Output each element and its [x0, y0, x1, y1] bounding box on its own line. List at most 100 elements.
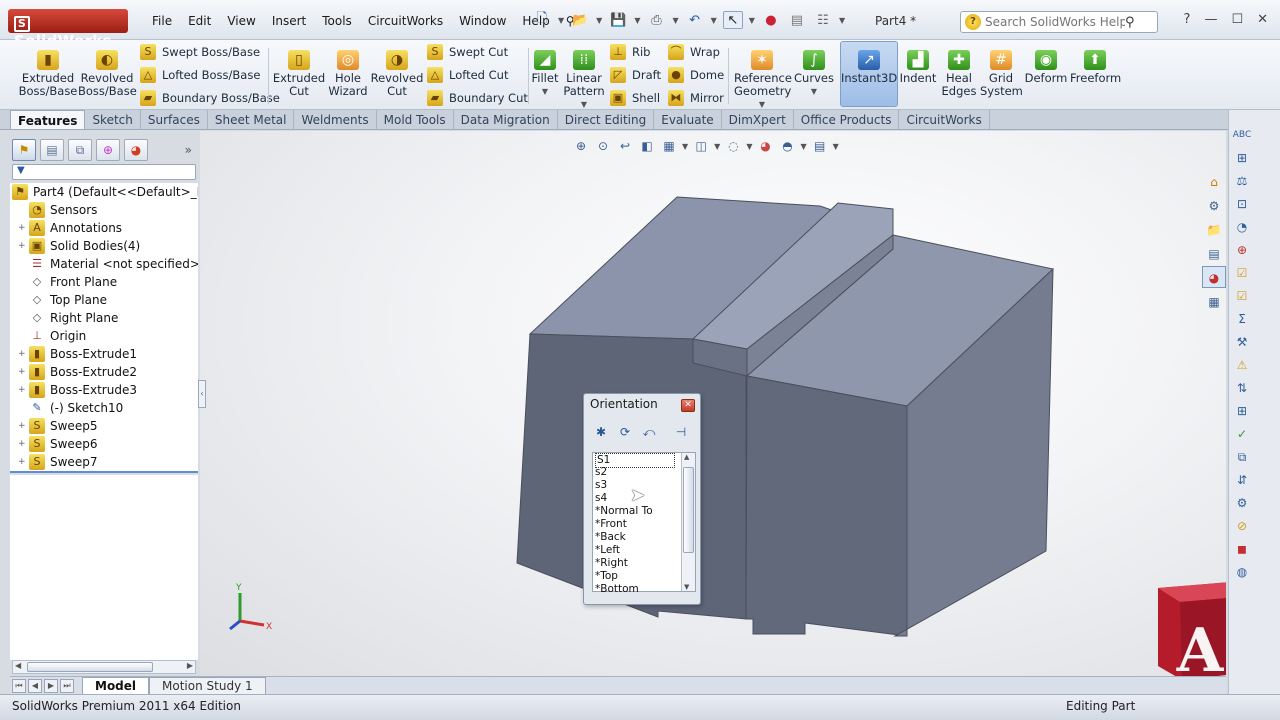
- menu-insert[interactable]: Insert: [264, 14, 314, 28]
- mass-properties-icon[interactable]: ⚖: [1232, 172, 1252, 191]
- list-item[interactable]: *Front: [595, 518, 627, 531]
- feature-tree-horizontal-scrollbar[interactable]: ◀ ▶: [12, 660, 196, 674]
- menu-edit[interactable]: Edit: [180, 14, 219, 28]
- scroll-up-icon[interactable]: ▲: [684, 453, 689, 461]
- expand-icon[interactable]: +: [18, 241, 28, 251]
- revolved-boss-button[interactable]: ◐ Revolved Boss/Base: [78, 48, 137, 98]
- menu-circuitworks[interactable]: CircuitWorks: [360, 14, 451, 28]
- update-standard-views-icon[interactable]: ⟳: [616, 423, 634, 441]
- tab-features[interactable]: Features: [10, 110, 86, 129]
- draft-button[interactable]: ◸ Draft: [610, 65, 661, 85]
- scrollbar-thumb[interactable]: [27, 662, 153, 672]
- boundary-boss-button[interactable]: ▰ Boundary Boss/Base: [140, 88, 280, 108]
- displaymanager-tab-icon[interactable]: ◕: [124, 139, 148, 161]
- panel-splitter-handle[interactable]: ‹: [198, 380, 206, 408]
- check-icon[interactable]: ☑: [1232, 264, 1252, 283]
- tab-evaluate[interactable]: Evaluate: [654, 110, 722, 129]
- list-item[interactable]: s4: [595, 492, 607, 505]
- file-explorer-icon[interactable]: 📁: [1202, 218, 1226, 240]
- tree-item-boss-extrude1[interactable]: + ▮ Boss-Extrude1: [18, 345, 137, 363]
- feature-statistics-icon[interactable]: ⚒: [1232, 333, 1252, 352]
- compare-documents-icon[interactable]: ⧉: [1232, 448, 1252, 467]
- swept-boss-button[interactable]: S Swept Boss/Base: [140, 42, 260, 62]
- list-item[interactable]: s2: [595, 466, 607, 479]
- custom-properties-icon[interactable]: ▦: [1202, 290, 1226, 312]
- thickness-analysis-icon[interactable]: ✓: [1232, 425, 1252, 444]
- tab-circuitworks[interactable]: CircuitWorks: [899, 110, 990, 129]
- graphics-area[interactable]: ⊕ ⊙ ↩ ◧ ▦▼ ◫▼ ◌▼ ◕ ◓▼ ▤▼ — ❐ ✕ Y X: [200, 131, 1226, 676]
- options-dropdown-icon[interactable]: ▼: [839, 16, 845, 25]
- expand-icon[interactable]: +: [18, 367, 28, 377]
- last-tab-icon[interactable]: ⏭: [60, 678, 74, 693]
- next-tab-icon[interactable]: ▶: [44, 678, 58, 693]
- rebuild-traffic-light-icon[interactable]: ●: [761, 11, 781, 29]
- tree-item-solid-bodies[interactable]: + ▣ Solid Bodies(4): [18, 237, 140, 255]
- wrap-button[interactable]: ⌒ Wrap: [668, 42, 720, 62]
- print-icon[interactable]: ⎙: [646, 11, 666, 29]
- menu-window[interactable]: Window: [451, 14, 514, 28]
- instant3d-button[interactable]: ↗ Instant3D: [840, 41, 898, 107]
- boundary-cut-button[interactable]: ▰ Boundary Cut: [427, 88, 528, 108]
- symmetry-check-icon[interactable]: ⇵: [1232, 471, 1252, 490]
- lofted-boss-button[interactable]: △ Lofted Boss/Base: [140, 65, 260, 85]
- revolved-cut-button[interactable]: ◑ Revolved Cut: [370, 48, 424, 98]
- tree-item-annotations[interactable]: + A Annotations: [18, 219, 122, 237]
- curves-dropdown-icon[interactable]: ▼: [794, 85, 834, 98]
- part-model[interactable]: [200, 131, 1226, 676]
- undo-icon[interactable]: ↶: [685, 11, 705, 29]
- tab-weldments[interactable]: Weldments: [294, 110, 377, 129]
- tree-item-right-plane[interactable]: ◇ Right Plane: [18, 309, 119, 327]
- expand-icon[interactable]: +: [18, 385, 28, 395]
- tree-item-sweep6[interactable]: + S Sweep6: [18, 435, 97, 453]
- tab-model[interactable]: Model: [82, 677, 150, 694]
- solidworks-logo[interactable]: SSolidWorks: [8, 9, 128, 50]
- tab-motion-study-1[interactable]: Motion Study 1: [149, 677, 266, 694]
- deform-button[interactable]: ◉ Deform: [1024, 48, 1068, 85]
- new-view-icon[interactable]: ✱: [592, 423, 610, 441]
- simulation-icon[interactable]: ⚙: [1232, 494, 1252, 513]
- open-dropdown-icon[interactable]: ▼: [596, 16, 602, 25]
- menu-file[interactable]: File: [144, 14, 180, 28]
- photoview-icon[interactable]: ◍: [1232, 563, 1252, 582]
- minimize-icon[interactable]: —: [1204, 12, 1217, 27]
- propertymanager-tab-icon[interactable]: ▤: [40, 139, 64, 161]
- tree-item-top-plane[interactable]: ◇ Top Plane: [18, 291, 107, 309]
- undo-dropdown-icon[interactable]: ▼: [711, 16, 717, 25]
- lofted-cut-button[interactable]: △ Lofted Cut: [427, 65, 508, 85]
- dimxpertmanager-tab-icon[interactable]: ⊕: [96, 139, 120, 161]
- hole-wizard-button[interactable]: ◎ Hole Wizard: [324, 48, 372, 98]
- tree-item-boss-extrude3[interactable]: + ▮ Boss-Extrude3: [18, 381, 137, 399]
- tree-item-origin[interactable]: ⊥ Origin: [18, 327, 86, 345]
- mirror-button[interactable]: ⧓ Mirror: [668, 88, 724, 108]
- scrollbar-thumb[interactable]: [683, 467, 694, 553]
- scroll-right-icon[interactable]: ▶: [187, 661, 193, 670]
- print-dropdown-icon[interactable]: ▼: [672, 16, 678, 25]
- solidworks-resources-icon[interactable]: ⌂: [1202, 170, 1226, 192]
- list-item[interactable]: *Right: [595, 557, 628, 570]
- costing-icon[interactable]: ⊘: [1232, 517, 1252, 536]
- configurationmanager-tab-icon[interactable]: ⧉: [68, 139, 92, 161]
- open-folder-icon[interactable]: 📂: [570, 11, 590, 29]
- tree-item-material[interactable]: ☰ Material <not specified>: [18, 255, 198, 273]
- expand-icon[interactable]: +: [18, 349, 28, 359]
- tree-item-sketch10[interactable]: ✎ (-) Sketch10: [18, 399, 123, 417]
- scroll-left-icon[interactable]: ◀: [15, 661, 21, 670]
- tree-item-front-plane[interactable]: ◇ Front Plane: [18, 273, 117, 291]
- draft-analysis-icon[interactable]: ⚠: [1232, 356, 1252, 375]
- select-dropdown-icon[interactable]: ▼: [749, 16, 755, 25]
- heal-edges-button[interactable]: ✚ Heal Edges: [940, 48, 978, 98]
- grid-system-button[interactable]: # Grid System: [980, 48, 1023, 98]
- select-cursor-icon[interactable]: ↖: [722, 11, 743, 29]
- help-icon[interactable]: ?: [1184, 12, 1191, 27]
- new-document-icon[interactable]: 🗋: [532, 11, 552, 29]
- tree-item-sensors[interactable]: ◔ Sensors: [18, 201, 97, 219]
- tab-direct-editing[interactable]: Direct Editing: [558, 110, 655, 129]
- dome-button[interactable]: ● Dome: [668, 65, 724, 85]
- prev-tab-icon[interactable]: ◀: [28, 678, 42, 693]
- sustainability-icon[interactable]: ◼: [1232, 540, 1252, 559]
- options-icon[interactable]: ☷: [813, 11, 833, 29]
- save-dropdown-icon[interactable]: ▼: [634, 16, 640, 25]
- measure-icon[interactable]: ⊞: [1232, 149, 1252, 168]
- list-item[interactable]: s3: [595, 479, 607, 492]
- tab-mold-tools[interactable]: Mold Tools: [377, 110, 454, 129]
